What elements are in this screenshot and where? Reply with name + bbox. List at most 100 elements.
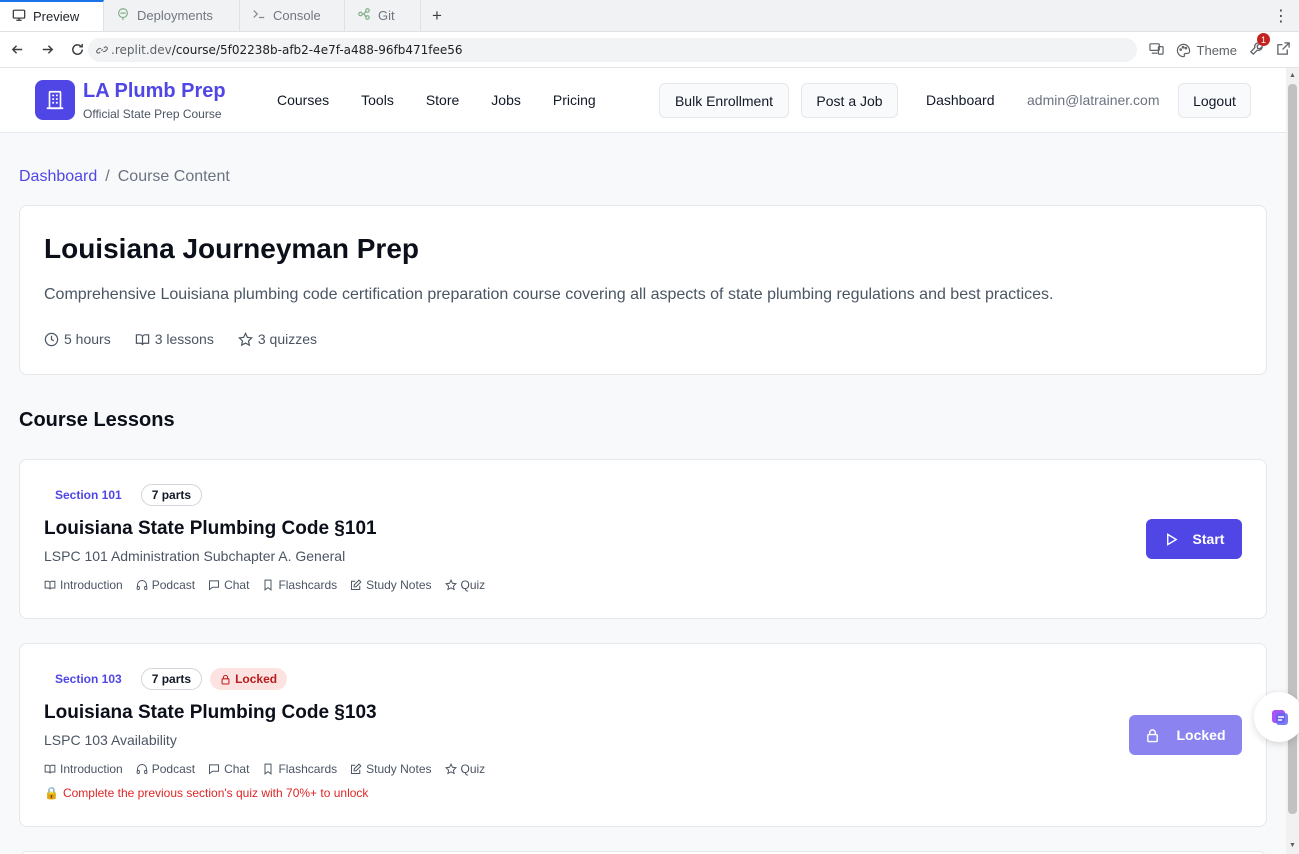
site-header: LA Plumb Prep Official State Prep Course… [0,68,1286,133]
devtools-button[interactable]: 1 [1249,33,1270,59]
breadcrumb-separator: / [105,168,110,185]
feature-flashcards: Flashcards [262,578,337,592]
brand-tagline: Official State Prep Course [83,107,222,121]
unlock-requirement-text: Complete the previous section's quiz wit… [62,786,369,800]
section-tag: Section 101 [55,488,122,502]
nav-store[interactable]: Store [426,92,459,108]
headphones-icon [136,580,148,590]
feature-label: Flashcards [278,578,338,592]
url-input[interactable]: .replit.dev/course/5f02238b-afb2-4e7f-a4… [88,38,1137,62]
lock-emoji-icon: 🔒 [44,786,59,800]
lesson-card: Section 103 7 parts Locked Louisiana Sta… [19,643,1267,827]
lesson-features: Introduction Podcast Chat Flashcards Stu… [44,762,485,776]
feature-quiz: Quiz [444,578,485,592]
scroll-down-icon[interactable]: ▼ [1289,842,1296,849]
back-button[interactable] [4,37,30,63]
lesson-title: Louisiana State Plumbing Code §103 [44,702,377,723]
reload-button[interactable] [64,37,90,63]
palette-icon [1176,43,1190,57]
start-button[interactable]: Start [1146,519,1242,559]
link-icon [96,46,108,54]
feature-label: Study Notes [366,578,432,592]
feature-label: Chat [224,762,250,776]
bulk-enrollment-button[interactable]: Bulk Enrollment [659,83,789,118]
scroll-up-icon[interactable]: ▲ [1289,72,1296,79]
feature-chat: Chat [208,762,249,776]
lessons-text: 3 lessons [154,331,214,347]
lesson-tags: Section 103 7 parts Locked [44,668,288,690]
building-icon [46,90,64,110]
devices-icon[interactable] [1148,41,1164,59]
start-label: Start [1192,531,1225,547]
nav-tools[interactable]: Tools [361,92,394,108]
lock-icon [1147,728,1159,742]
chat-icon [209,764,220,775]
url-host: .replit.dev [111,43,172,57]
feature-podcast: Podcast [136,578,195,592]
terminal-icon [252,7,266,24]
course-quizzes-count: 3 quizzes [237,331,317,347]
new-tab-button[interactable]: + [421,0,453,31]
tab-preview[interactable]: Preview [0,0,104,31]
headphones-icon [136,764,148,774]
notification-badge: 1 [1257,33,1270,46]
play-icon [1166,532,1178,546]
feature-flashcards: Flashcards [262,762,337,776]
course-duration: 5 hours [44,331,111,347]
parts-badge: 7 parts [140,484,203,506]
more-options-icon[interactable]: ⋮ [1273,6,1289,26]
course-title: Louisiana Journeyman Prep [44,233,419,264]
section-tag: Section 103 [55,672,122,686]
deploy-icon [116,7,130,24]
nav-courses[interactable]: Courses [277,92,329,108]
feature-label: Podcast [151,578,196,592]
arrow-right-icon [42,45,53,54]
breadcrumb: Dashboard / Course Content [19,168,230,186]
post-job-button[interactable]: Post a Job [801,83,898,118]
locked-badge-label: Locked [235,672,278,686]
feature-label: Study Notes [366,762,432,776]
dashboard-link[interactable]: Dashboard [926,92,995,108]
locked-button[interactable]: Locked [1129,715,1242,755]
feature-study-notes: Study Notes [350,578,432,592]
assistant-icon [1272,710,1288,725]
tab-label: Console [273,8,321,23]
locked-badge: Locked [210,668,288,690]
open-external-icon[interactable] [1276,41,1291,59]
theme-button[interactable]: Theme [1176,43,1237,58]
reload-icon [71,43,83,55]
feature-study-notes: Study Notes [350,762,432,776]
tab-console[interactable]: Console [240,0,345,31]
nav-pricing[interactable]: Pricing [553,92,596,108]
logout-button[interactable]: Logout [1178,83,1251,118]
edit-icon [351,579,362,590]
edit-icon [351,763,362,774]
forward-button[interactable] [34,37,60,63]
chat-icon [209,580,220,591]
feature-quiz: Quiz [444,762,486,776]
course-overview-card: Louisiana Journeyman Prep Comprehensive … [19,205,1267,375]
feature-label: Introduction [60,578,123,592]
assistant-widget[interactable] [1254,692,1299,742]
locked-label: Locked [1176,727,1226,743]
bookmark-icon [264,763,272,775]
star-icon [444,763,457,775]
duration-text: 5 hours [64,331,111,347]
brand-name[interactable]: LA Plumb Prep [83,80,226,103]
lesson-subtitle: LSPC 101 Administration Subchapter A. Ge… [44,548,346,564]
feature-label: Quiz [460,762,486,776]
theme-label: Theme [1196,42,1237,58]
logo[interactable] [35,80,75,120]
tab-deployments[interactable]: Deployments [104,0,240,31]
clock-icon [44,332,59,346]
breadcrumb-dashboard[interactable]: Dashboard [19,168,97,186]
feature-label: Introduction [60,762,123,776]
book-open-icon [44,764,56,774]
nav-jobs[interactable]: Jobs [491,92,521,108]
course-meta: 5 hours 3 lessons 3 quizzes [44,331,317,347]
arrow-left-icon [11,45,22,54]
main-nav: Courses Tools Store Jobs Pricing [277,92,596,108]
feature-chat: Chat [208,578,249,592]
book-open-icon [44,580,56,590]
tab-git[interactable]: Git [345,0,421,31]
